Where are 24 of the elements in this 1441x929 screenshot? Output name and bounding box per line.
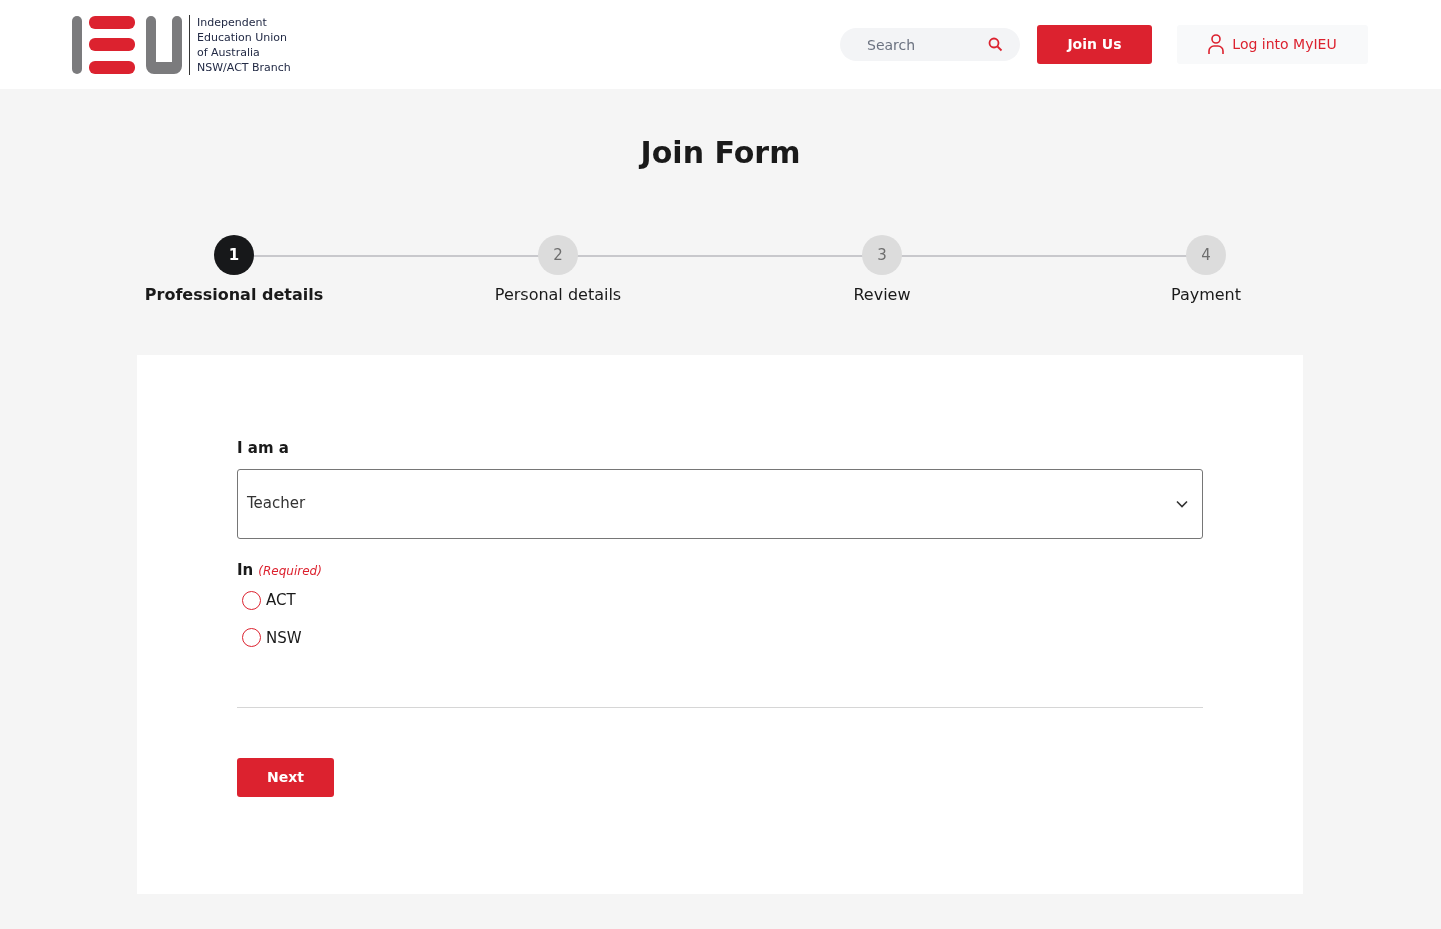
radio-label[interactable]: ACT [266,589,296,612]
step-number[interactable]: 3 [862,235,902,275]
join-button[interactable]: Join Us [1037,25,1152,64]
step-number[interactable]: 1 [214,235,254,275]
search-field[interactable]: Search [840,28,1020,61]
step-number[interactable]: 2 [538,235,578,275]
next-button[interactable]: Next [237,758,334,797]
step-number[interactable]: 4 [1186,235,1226,275]
role-select[interactable]: Teacher [237,468,1203,539]
field-label: I am a [237,438,290,459]
step-label: Personal details [494,284,622,306]
step-label: Review [853,284,911,306]
user-icon [1208,34,1225,55]
required-note: (Required) [258,562,322,580]
radio-label[interactable]: NSW [266,626,302,649]
chevron-down-icon [1176,499,1188,508]
field-label: In [237,559,254,581]
logo-text: Independent Education Union of Australia NSW/ACT Branch [189,14,291,75]
page-title: Join Form [637,134,802,172]
step-label: Payment [1170,284,1241,306]
logo-icon [72,15,182,74]
search-icon[interactable] [988,37,1003,52]
login-link[interactable]: Log into MyIEU [1177,25,1368,64]
step-label: Professional details [144,284,324,306]
